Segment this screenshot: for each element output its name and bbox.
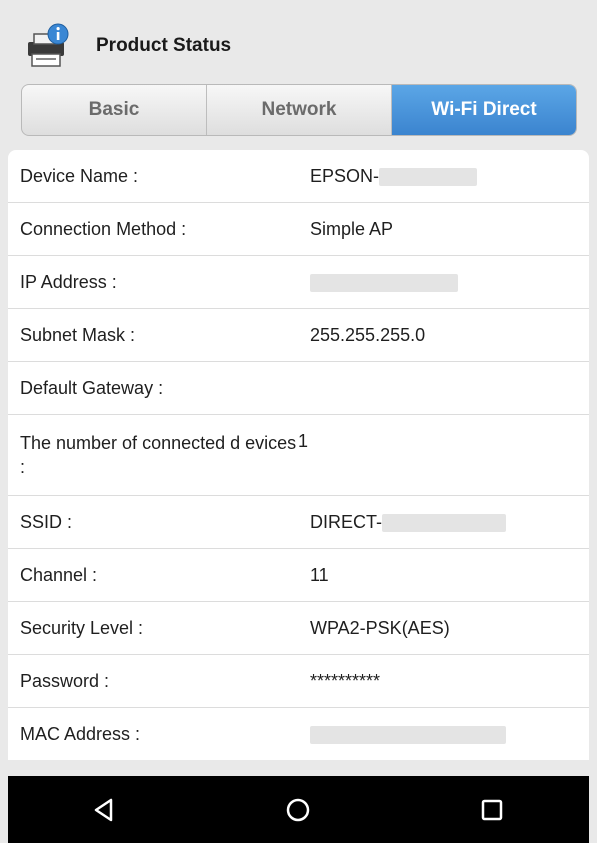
ssid-value: DIRECT- xyxy=(298,512,589,533)
android-nav-bar xyxy=(8,776,589,843)
list-item: Security Level : WPA2-PSK(AES) xyxy=(8,602,589,655)
redacted-field xyxy=(379,167,478,186)
product-status-screen: Product Status Basic Network Wi-Fi Direc… xyxy=(0,0,597,843)
printer-info-icon xyxy=(22,20,74,72)
subnet-mask-value: 255.255.255.0 xyxy=(310,324,426,345)
list-item: Channel : 11 xyxy=(8,549,589,602)
list-item: Connection Method : Simple AP xyxy=(8,203,589,256)
device-name-value: EPSON- xyxy=(298,166,589,187)
tab-bar: Basic Network Wi-Fi Direct xyxy=(21,84,577,136)
security-level-value: WPA2-PSK(AES) xyxy=(310,617,450,638)
page-title: Product Status xyxy=(96,35,232,56)
password-value: ********** xyxy=(310,670,381,691)
list-item: IP Address : xyxy=(8,256,589,309)
default-gateway-label: Default Gateway : xyxy=(20,378,164,398)
channel-value: 11 xyxy=(310,564,329,585)
channel-label: Channel : xyxy=(20,565,98,585)
list-item: Device Name : EPSON- xyxy=(8,150,589,203)
connected-devices-value: 1 xyxy=(298,431,309,451)
list-item: The number of connected d evices : 1 xyxy=(8,415,589,496)
password-label: Password : xyxy=(20,671,110,691)
mac-address-label: MAC Address : xyxy=(20,724,141,744)
back-triangle-icon[interactable] xyxy=(75,780,135,840)
list-item: MAC Address : xyxy=(8,708,589,760)
list-item: Password : ********** xyxy=(8,655,589,708)
tab-basic[interactable]: Basic xyxy=(22,85,207,135)
redacted-field xyxy=(310,273,458,292)
redacted-field xyxy=(310,725,506,744)
status-list: Device Name : EPSON- Connection Method :… xyxy=(8,150,589,760)
tab-network[interactable]: Network xyxy=(207,85,392,135)
subnet-mask-label: Subnet Mask : xyxy=(20,325,136,345)
ssid-label: SSID : xyxy=(20,512,73,532)
security-level-label: Security Level : xyxy=(20,618,144,638)
header: Product Status xyxy=(8,10,589,82)
connection-method-value: Simple AP xyxy=(310,218,394,239)
ip-address-label: IP Address : xyxy=(20,272,117,292)
device-name-label: Device Name : xyxy=(20,166,139,186)
list-item: Default Gateway : xyxy=(8,362,589,415)
list-item: Subnet Mask : 255.255.255.0 xyxy=(8,309,589,362)
redacted-field xyxy=(382,513,506,532)
ip-address-value xyxy=(298,272,589,293)
connection-method-label: Connection Method : xyxy=(20,219,187,239)
mac-address-value xyxy=(298,724,589,745)
tab-wifi-direct[interactable]: Wi-Fi Direct xyxy=(392,85,576,135)
list-item: SSID : DIRECT- xyxy=(8,496,589,549)
home-circle-icon[interactable] xyxy=(268,780,328,840)
recents-square-icon[interactable] xyxy=(462,780,522,840)
connected-devices-label: The number of connected d evices : xyxy=(20,433,297,477)
